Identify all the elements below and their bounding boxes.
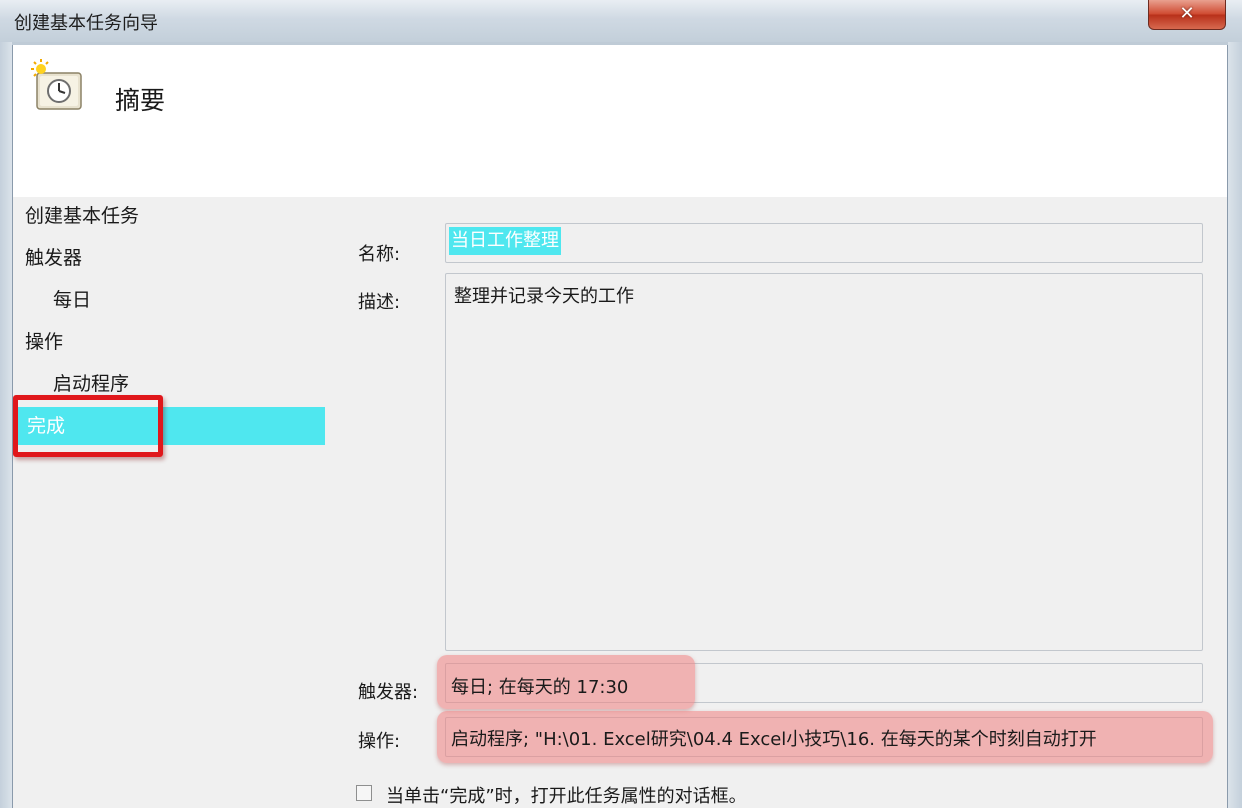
page-title: 摘要	[115, 86, 166, 115]
action-value: 启动程序; "H:\01. Excel研究\04.4 Excel小技巧\16. …	[451, 729, 1097, 750]
open-properties-label[interactable]: 当单击“完成”时，打开此任务属性的对话框。	[386, 782, 747, 808]
action-label: 操作:	[358, 731, 401, 752]
close-button[interactable]: ✕	[1148, 0, 1226, 30]
nav-item-start-program[interactable]: 启动程序	[53, 369, 129, 396]
nav-item-daily[interactable]: 每日	[53, 285, 91, 312]
description-value: 整理并记录今天的工作	[454, 286, 634, 307]
wizard-header: 摘要	[13, 45, 1227, 197]
title-bar[interactable]: 创建基本任务向导 ✕	[0, 0, 1242, 42]
trigger-label: 触发器:	[358, 682, 419, 703]
name-value: 当日工作整理	[449, 227, 561, 255]
window-frame-right	[1228, 42, 1242, 808]
nav-item-create-basic-task[interactable]: 创建基本任务	[25, 201, 139, 228]
open-properties-checkbox[interactable]	[356, 785, 372, 801]
create-basic-task-wizard: 创建基本任务向导 ✕ 摘要 创建基本任务 触发器 每日 操作 启动程序 完成 名…	[0, 0, 1242, 808]
annotation-red-box	[13, 395, 163, 457]
description-field[interactable]: 整理并记录今天的工作	[445, 273, 1203, 651]
nav-item-trigger[interactable]: 触发器	[25, 243, 82, 270]
trigger-value: 每日; 在每天的 17:30	[451, 677, 629, 698]
wizard-body: 摘要 创建基本任务 触发器 每日 操作 启动程序 完成 名称: 当日工作整理 描…	[12, 45, 1228, 808]
description-label: 描述:	[358, 292, 401, 313]
action-value-clip: 启动程序; "H:\01. Excel研究\04.4 Excel小技巧\16. …	[451, 725, 1207, 751]
window-frame-left	[0, 42, 12, 808]
task-scheduler-clock-icon	[31, 59, 82, 110]
nav-item-action[interactable]: 操作	[25, 327, 63, 354]
window-title: 创建基本任务向导	[14, 13, 158, 34]
name-field[interactable]: 当日工作整理	[445, 223, 1203, 263]
name-label: 名称:	[358, 244, 401, 265]
